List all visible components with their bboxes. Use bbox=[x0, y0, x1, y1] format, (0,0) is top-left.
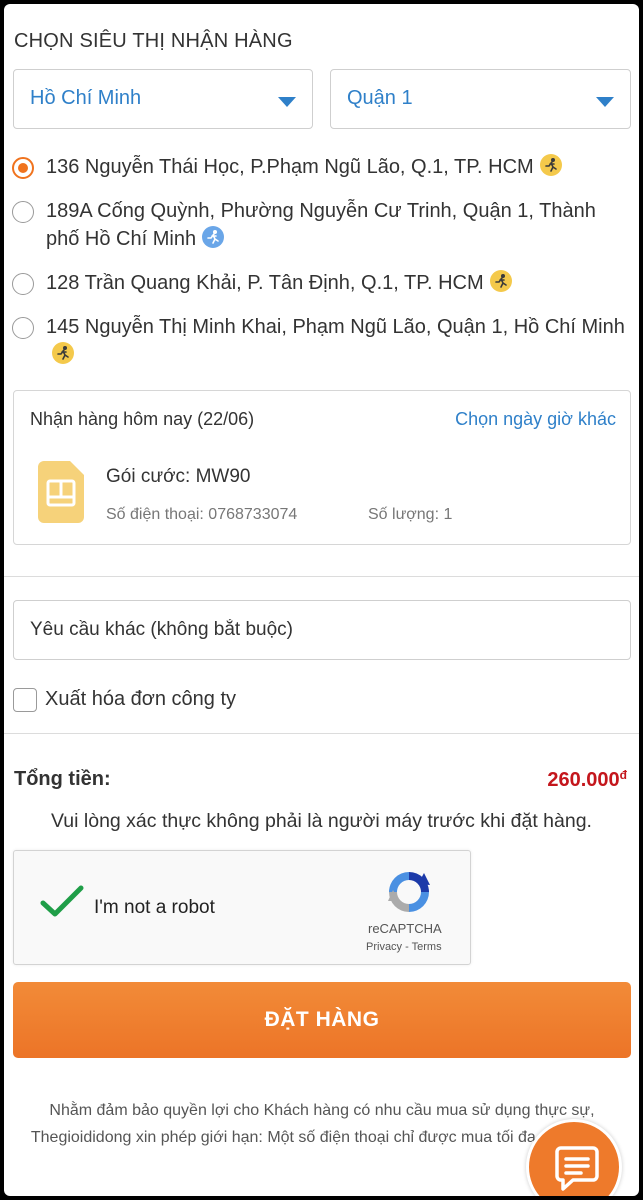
pickup-today-label: Nhận hàng hôm nay (22/06) bbox=[30, 409, 255, 429]
store-option-3[interactable]: 128 Trần Quang Khải, P. Tân Định, Q.1, T… bbox=[12, 269, 634, 297]
divider bbox=[4, 576, 639, 577]
other-request-input[interactable] bbox=[13, 600, 631, 660]
currency-symbol: đ bbox=[619, 768, 627, 782]
not-robot-label: I'm not a robot bbox=[94, 897, 215, 918]
running-person-icon bbox=[489, 270, 512, 292]
running-person-icon bbox=[52, 342, 74, 364]
radio-unselected[interactable] bbox=[12, 317, 34, 339]
chat-bubble-icon bbox=[555, 1146, 599, 1191]
total-amount: 260.000 bbox=[547, 769, 620, 791]
choose-other-day-link[interactable]: Chọn ngày giờ khác bbox=[455, 409, 616, 430]
divider bbox=[4, 733, 639, 734]
recaptcha-logo-icon bbox=[384, 867, 434, 922]
chevron-down-icon bbox=[278, 97, 296, 107]
running-person-icon bbox=[202, 226, 225, 248]
link-separator: - bbox=[402, 941, 412, 953]
quantity: Số lượng: 1 bbox=[368, 506, 453, 523]
privacy-link[interactable]: Privacy bbox=[366, 941, 402, 953]
recaptcha-links: Privacy - Terms bbox=[366, 941, 442, 953]
store-address: 145 Nguyễn Thị Minh Khai, Phạm Ngũ Lão, … bbox=[46, 316, 625, 338]
total-value: 260.000đ bbox=[547, 768, 627, 792]
place-order-button[interactable]: ĐẶT HÀNG bbox=[13, 982, 631, 1058]
phone-number: Số điện thoại: 0768733074 bbox=[106, 506, 298, 523]
plan-name: Gói cước: MW90 bbox=[106, 466, 251, 487]
recaptcha-widget: I'm not a robot reCAPTCHA Privacy - Term… bbox=[13, 850, 471, 965]
radio-selected[interactable] bbox=[12, 157, 34, 179]
verify-instruction: Vui lòng xác thực không phải là người má… bbox=[51, 810, 592, 832]
checkout-panel: CHỌN SIÊU THỊ NHẬN HÀNG Hồ Chí Minh Quận… bbox=[4, 4, 639, 1196]
invoice-label: Xuất hóa đơn công ty bbox=[45, 688, 237, 710]
invoice-checkbox[interactable] bbox=[13, 688, 37, 712]
store-address: 189A Cống Quỳnh, Phường Nguyễn Cư Trinh,… bbox=[46, 200, 596, 250]
store-option-2[interactable]: 189A Cống Quỳnh, Phường Nguyễn Cư Trinh,… bbox=[12, 197, 634, 253]
pickup-card: Nhận hàng hôm nay (22/06) Chọn ngày giờ … bbox=[13, 390, 631, 545]
store-option-4[interactable]: 145 Nguyễn Thị Minh Khai, Phạm Ngũ Lão, … bbox=[12, 313, 634, 369]
city-select[interactable]: Hồ Chí Minh bbox=[13, 69, 313, 129]
terms-link[interactable]: Terms bbox=[412, 941, 442, 953]
store-address: 136 Nguyễn Thái Học, P.Phạm Ngũ Lão, Q.1… bbox=[46, 156, 534, 178]
radio-unselected[interactable] bbox=[12, 273, 34, 295]
chevron-down-icon bbox=[596, 97, 614, 107]
district-select-value: Quận 1 bbox=[347, 87, 413, 109]
store-address: 128 Trần Quang Khải, P. Tân Định, Q.1, T… bbox=[46, 272, 484, 294]
checkmark-icon[interactable] bbox=[40, 885, 84, 924]
sim-card-icon bbox=[38, 461, 84, 523]
store-option-1[interactable]: 136 Nguyễn Thái Học, P.Phạm Ngũ Lão, Q.1… bbox=[12, 153, 634, 181]
total-label: Tổng tiền: bbox=[14, 768, 111, 790]
district-select[interactable]: Quận 1 bbox=[330, 69, 631, 129]
section-title: CHỌN SIÊU THỊ NHẬN HÀNG bbox=[14, 30, 293, 52]
recaptcha-brand: reCAPTCHA bbox=[368, 921, 442, 936]
running-person-icon bbox=[539, 154, 562, 176]
city-select-value: Hồ Chí Minh bbox=[30, 87, 142, 109]
radio-unselected[interactable] bbox=[12, 201, 34, 223]
